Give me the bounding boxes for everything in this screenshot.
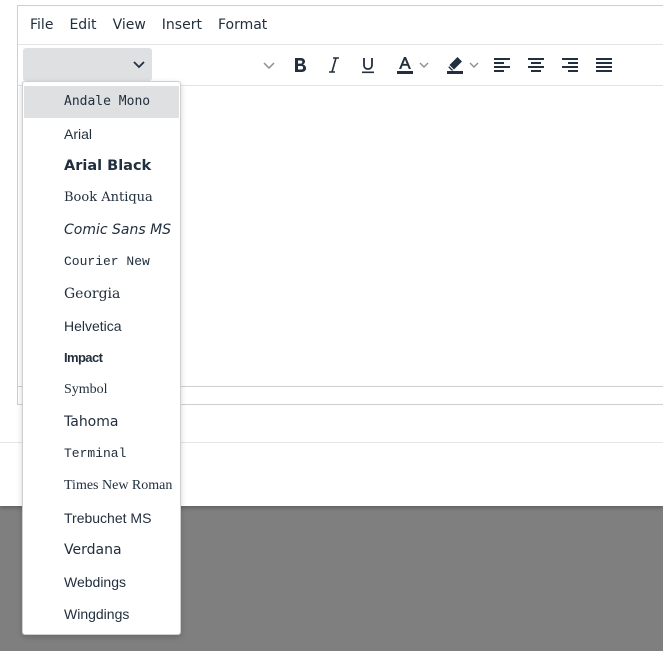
toolbar — [18, 44, 663, 86]
font-option-helvetica[interactable]: Helvetica — [24, 310, 179, 342]
align-justify-icon — [595, 57, 613, 73]
font-size-select[interactable] — [260, 49, 278, 81]
font-option-arial[interactable]: Arial — [24, 118, 179, 150]
align-right-button[interactable] — [558, 49, 582, 81]
font-option-terminal[interactable]: Terminal — [24, 438, 179, 470]
font-option-courier-new[interactable]: Courier New — [24, 246, 179, 278]
underline-icon — [360, 56, 376, 74]
text-color-button[interactable] — [390, 49, 434, 81]
chevron-down-icon — [418, 59, 430, 71]
underline-button[interactable] — [356, 49, 380, 81]
font-option-comic-sans-ms[interactable]: Comic Sans MS — [24, 214, 179, 246]
menu-view[interactable]: View — [107, 11, 152, 39]
font-option-webdings[interactable]: Webdings — [24, 566, 179, 598]
italic-icon — [326, 56, 342, 74]
font-option-times-new-roman[interactable]: Times New Roman — [24, 470, 179, 502]
chevron-down-icon — [262, 58, 276, 72]
font-option-georgia[interactable]: Georgia — [24, 278, 179, 310]
chevron-down-icon — [131, 56, 147, 72]
font-option-impact[interactable]: Impact — [24, 342, 179, 374]
menubar: File Edit View Insert Format — [18, 6, 663, 44]
italic-button[interactable] — [322, 49, 346, 81]
highlight-color-button[interactable] — [440, 49, 484, 81]
menu-insert[interactable]: Insert — [156, 11, 208, 39]
font-option-wingdings[interactable]: Wingdings — [24, 598, 179, 630]
highlight-color-icon — [444, 55, 466, 75]
font-option-tahoma[interactable]: Tahoma — [24, 406, 179, 438]
align-right-icon — [561, 57, 579, 73]
align-left-icon — [493, 57, 511, 73]
chevron-down-icon — [468, 59, 480, 71]
font-family-dropdown: Andale Mono Arial Arial Black Book Antiq… — [22, 81, 181, 635]
menu-edit[interactable]: Edit — [63, 11, 102, 39]
font-option-symbol[interactable]: Symbol — [24, 374, 179, 406]
font-family-select[interactable] — [23, 48, 152, 81]
bold-icon — [292, 56, 308, 74]
align-justify-button[interactable] — [592, 49, 616, 81]
align-center-icon — [527, 57, 545, 73]
bold-button[interactable] — [288, 49, 312, 81]
font-option-andale-mono[interactable]: Andale Mono — [24, 86, 179, 118]
font-option-verdana[interactable]: Verdana — [24, 534, 179, 566]
menu-format[interactable]: Format — [212, 11, 273, 39]
menu-file[interactable]: File — [24, 11, 59, 39]
font-option-trebuchet-ms[interactable]: Trebuchet MS — [24, 502, 179, 534]
font-option-arial-black[interactable]: Arial Black — [24, 150, 179, 182]
text-color-icon — [394, 55, 416, 75]
align-center-button[interactable] — [524, 49, 548, 81]
align-left-button[interactable] — [490, 49, 514, 81]
font-option-book-antiqua[interactable]: Book Antiqua — [24, 182, 179, 214]
